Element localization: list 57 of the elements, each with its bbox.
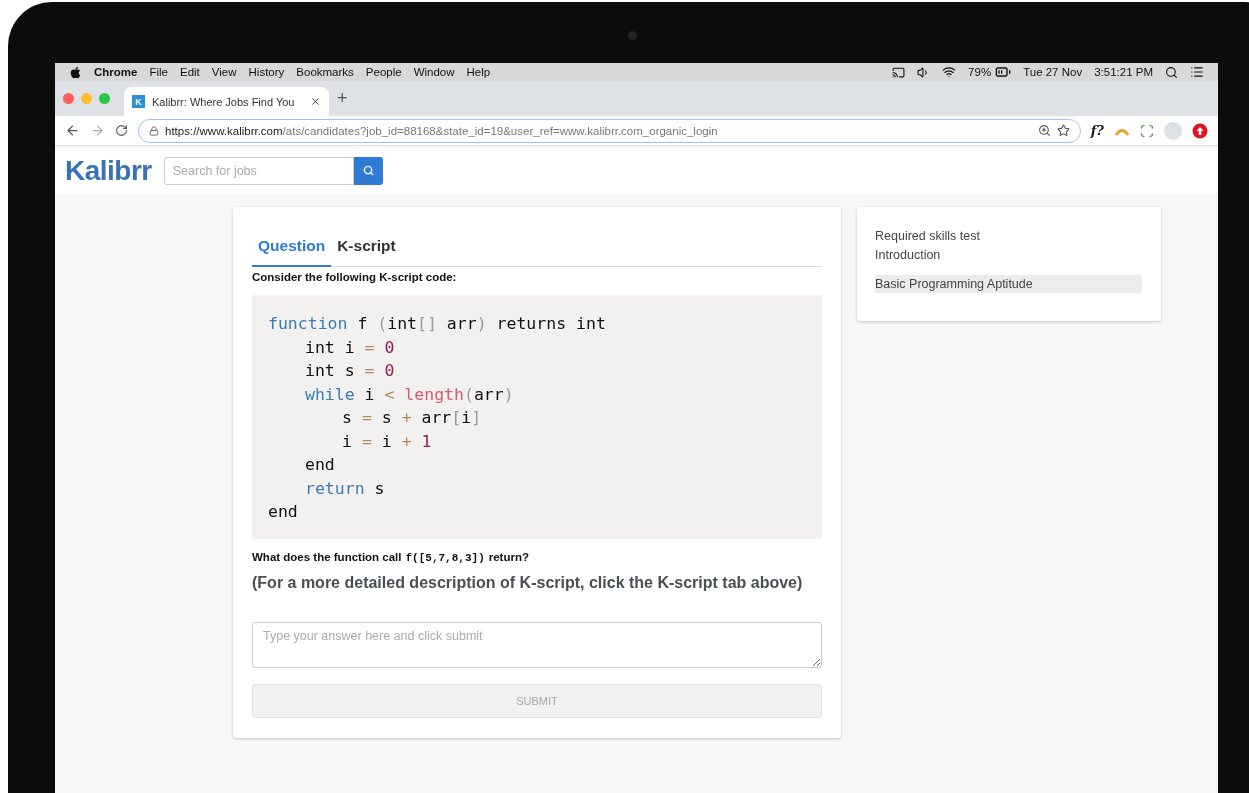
code-line: i = i + 1 bbox=[342, 430, 433, 453]
screenshot-icon[interactable] bbox=[1140, 123, 1154, 138]
upload-icon[interactable] bbox=[1192, 122, 1208, 139]
back-icon[interactable] bbox=[65, 123, 80, 138]
reload-icon[interactable] bbox=[115, 124, 128, 137]
menu-item[interactable]: Chrome bbox=[94, 66, 138, 78]
wifi-icon bbox=[942, 65, 957, 79]
menu-item[interactable]: Bookmarks bbox=[296, 66, 354, 78]
search-button[interactable] bbox=[353, 156, 383, 185]
code-line: s = s + arr[i] bbox=[342, 407, 483, 429]
menu-item[interactable]: Help bbox=[466, 66, 491, 78]
code-line: function f (int[] arr) returns int bbox=[268, 313, 607, 335]
menu-item[interactable]: People bbox=[365, 66, 402, 78]
menu-item[interactable]: File bbox=[149, 66, 168, 78]
question-text: What does the function call bbox=[252, 550, 402, 563]
section-item[interactable]: Required skills test bbox=[875, 227, 1142, 245]
question-tab[interactable]: Question bbox=[252, 233, 332, 267]
screen-mirror-icon bbox=[892, 65, 906, 79]
menu-time: 3:51:21 PM bbox=[1094, 66, 1153, 78]
extension-button[interactable]: f? bbox=[1090, 123, 1104, 138]
browser-tab[interactable]: K Kalibrr: Where Jobs Find You bbox=[124, 87, 329, 116]
battery-icon bbox=[995, 64, 1012, 80]
menu-item[interactable]: Edit bbox=[180, 66, 200, 78]
code-line: end bbox=[305, 454, 336, 476]
code-line: int i = 0 bbox=[305, 336, 396, 359]
menu-item[interactable]: History bbox=[248, 66, 285, 78]
code-line: int s = 0 bbox=[305, 360, 396, 382]
site-favicon: K bbox=[132, 95, 145, 108]
zoom-light[interactable] bbox=[99, 93, 110, 104]
zoom-icon bbox=[1037, 124, 1051, 137]
search-icon bbox=[1165, 65, 1178, 79]
help-note: (For a more detailed description of K-script, click the K-script tab above) bbox=[252, 573, 804, 592]
question-text: return? bbox=[488, 550, 529, 563]
bookmark-star-icon[interactable] bbox=[1056, 124, 1070, 137]
section-item[interactable]: Introduction bbox=[875, 246, 1142, 264]
new-tab-button[interactable]: + bbox=[337, 88, 348, 109]
menu-item[interactable]: View bbox=[211, 66, 237, 78]
menu-date: Tue 27 Nov bbox=[1023, 66, 1083, 78]
search-icon bbox=[362, 165, 374, 176]
lock-icon bbox=[149, 125, 159, 136]
code-line: end bbox=[268, 501, 299, 523]
code-line: while i < length(arr) bbox=[305, 383, 515, 406]
answer-field[interactable]: Type your answer here and click submit bbox=[252, 621, 822, 668]
search-field[interactable]: Search for jobs bbox=[163, 156, 354, 185]
question-prompt: Consider the following K-script code: bbox=[252, 271, 458, 283]
close-icon bbox=[310, 96, 321, 107]
section-item[interactable]: Basic Programming Aptitude bbox=[875, 275, 1142, 293]
apple-icon bbox=[69, 65, 82, 79]
battery-percent: 79% bbox=[968, 66, 992, 78]
inline-code: f([5,7,8,3]) bbox=[405, 551, 485, 564]
code-line: return s bbox=[305, 477, 386, 500]
site-logo[interactable]: Kalibrr bbox=[65, 154, 152, 187]
close-light[interactable] bbox=[63, 93, 74, 104]
question-tab[interactable]: K-script bbox=[331, 233, 402, 267]
menu-item[interactable]: Window bbox=[413, 66, 455, 78]
list-icon bbox=[1190, 65, 1204, 79]
forward-icon[interactable] bbox=[90, 123, 105, 138]
